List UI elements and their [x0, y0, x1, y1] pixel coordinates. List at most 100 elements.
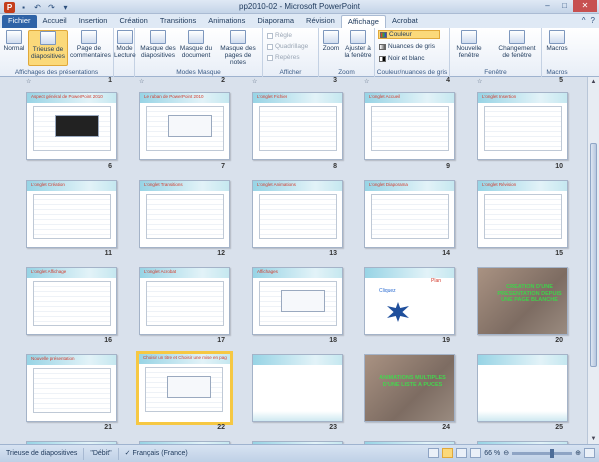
slide-thumbnail[interactable]: CREATION D'UNE PRESENTATION DEPUIS UNE P…	[477, 267, 568, 335]
zoom-slider-knob[interactable]	[550, 448, 555, 458]
grid-checkbox[interactable]: Quadrillage	[267, 43, 308, 50]
fit-window-button[interactable]: Ajuster à la fenêtre	[343, 30, 373, 59]
scrollbar-thumb[interactable]	[590, 143, 597, 367]
reading-view-icon[interactable]	[456, 448, 468, 458]
help-icon[interactable]: ?	[591, 16, 595, 25]
zoom-button[interactable]: Zoom	[321, 30, 341, 52]
ruler-checkbox[interactable]: Règle	[267, 32, 292, 39]
normal-view-button[interactable]: Normal	[3, 30, 25, 52]
slide-number: 4	[446, 77, 450, 84]
slide-thumbnail[interactable]: Le ruban de PowerPoint 2010	[139, 92, 230, 160]
slide-sorter-button[interactable]: Trieuse de diapositives	[28, 30, 68, 66]
zoom-in-icon[interactable]: ⊕	[575, 449, 581, 457]
slide-number: 6	[108, 163, 112, 170]
tab-acrobat[interactable]: Acrobat	[386, 15, 424, 28]
tab-creation[interactable]: Création	[113, 15, 153, 28]
slide-thumbnail[interactable]: L'onglet Diaporama	[364, 180, 455, 248]
slideshow-icon[interactable]	[470, 448, 482, 458]
slide-thumbnail[interactable]: Nouvelle présentation	[26, 354, 117, 422]
slide-thumbnail[interactable]: Cliquez Plan	[364, 267, 455, 335]
slide-thumbnail[interactable]: L'onglet Création	[26, 180, 117, 248]
reading-view-icon	[116, 30, 133, 44]
star-burst-shape	[387, 302, 409, 322]
slide-thumbnail-selected[interactable]: Choisir un titre et Choisir une mise en …	[136, 351, 233, 425]
status-bar: Trieuse de diapositives "Débit" ✓ França…	[0, 444, 599, 462]
group-color: Couleur Nuances de gris Noir et blanc Co…	[375, 28, 450, 77]
fit-to-window-icon[interactable]	[584, 448, 595, 458]
transition-icon: ☆	[477, 79, 483, 85]
slide-thumbnail[interactable]: Aspect général de PowerPoint 2010	[26, 92, 117, 160]
status-view-name: Trieuse de diapositives	[0, 447, 85, 460]
zoom-level[interactable]: 66 %	[484, 450, 500, 457]
tab-affichage[interactable]: Affichage	[340, 15, 386, 28]
maximize-icon[interactable]: □	[556, 0, 573, 12]
notes-page-button[interactable]: Page de commentaires	[70, 30, 111, 59]
tab-animations[interactable]: Animations	[202, 15, 251, 28]
normal-view-icon[interactable]	[428, 448, 440, 458]
close-icon[interactable]: ✕	[573, 0, 597, 12]
transition-icon: ☆	[26, 79, 32, 85]
zoom-out-icon[interactable]: ⊖	[503, 449, 509, 457]
tab-accueil[interactable]: Accueil	[37, 15, 73, 28]
switch-windows-button[interactable]: Changement de fenêtre	[494, 30, 540, 59]
slide-thumbnail[interactable]	[477, 354, 568, 422]
grayscale-button[interactable]: Nuances de gris	[378, 42, 440, 51]
slide-master-button[interactable]: Masque des diapositives	[139, 30, 177, 59]
slide-thumbnail[interactable]: L'onglet Fichier	[252, 92, 343, 160]
scroll-up-icon[interactable]: ▲	[588, 77, 599, 87]
slide-number: 8	[333, 163, 337, 170]
slide-thumbnail[interactable]: L'onglet Acrobat	[139, 267, 230, 335]
color-button[interactable]: Couleur	[378, 30, 440, 39]
slide-thumbnail[interactable]: L'onglet Accueil	[364, 92, 455, 160]
slide-number: 21	[104, 424, 112, 431]
zoom-slider[interactable]	[512, 448, 573, 458]
window-controls: – □ ✕	[539, 0, 597, 12]
slide-number: 1	[108, 77, 112, 84]
vertical-scrollbar[interactable]: ▲ ▼	[587, 77, 599, 444]
slide-thumbnail[interactable]: L'onglet Affichage	[26, 267, 117, 335]
slide-thumbnail[interactable]	[252, 354, 343, 422]
reading-view-button[interactable]: Mode Lecture	[114, 30, 136, 59]
slide-master-icon	[150, 30, 166, 44]
normal-view-icon	[6, 30, 22, 44]
slide-thumbnail[interactable]: L'onglet Insertion	[477, 92, 568, 160]
ribbon-tabs: Fichier Accueil Insertion Création Trans…	[0, 14, 599, 28]
group-macros: Macros Macros	[542, 28, 572, 77]
notes-master-button[interactable]: Masque des pages de notes	[216, 30, 260, 66]
tab-insertion[interactable]: Insertion	[73, 15, 114, 28]
new-window-button[interactable]: Nouvelle fenêtre	[453, 30, 485, 59]
slide-thumbnail[interactable]: Affichages	[252, 267, 343, 335]
ribbon: Normal Trieuse de diapositives Page de c…	[0, 28, 599, 77]
macros-button[interactable]: Macros	[544, 30, 570, 52]
slide-thumbnail[interactable]: ANIMATIONS MULTIPLES D'UNE LISTE A PUCES	[364, 354, 455, 422]
slide-number: 13	[329, 250, 337, 257]
sorter-view-icon[interactable]	[442, 448, 454, 458]
slide-number: 22	[217, 424, 225, 431]
slide-number: 24	[442, 424, 450, 431]
slide-number: 14	[442, 250, 450, 257]
transition-icon: ☆	[139, 79, 145, 85]
slide-thumbnail[interactable]: L'onglet Révision	[477, 180, 568, 248]
minimize-icon[interactable]: –	[539, 0, 556, 12]
slide-sorter-pane[interactable]: ☆ 1 ☆ 2 ☆ 3 ☆ 4 ☆ 5 Aspect général de Po…	[0, 77, 587, 444]
tab-transitions[interactable]: Transitions	[154, 15, 202, 28]
macros-icon	[549, 30, 565, 44]
slide-number: 2	[221, 77, 225, 84]
slide-thumbnail[interactable]: L'onglet Transitions	[139, 180, 230, 248]
ribbon-minimize-icon[interactable]: ^	[582, 16, 586, 25]
guides-checkbox[interactable]: Repères	[267, 54, 300, 61]
handout-master-button[interactable]: Masque du document	[178, 30, 214, 59]
handout-master-icon	[188, 30, 204, 44]
slide-thumbnail[interactable]: L'onglet Animations	[252, 180, 343, 248]
tab-fichier[interactable]: Fichier	[2, 15, 37, 28]
black-white-button[interactable]: Noir et blanc	[378, 54, 440, 63]
scroll-down-icon[interactable]: ▼	[588, 434, 599, 444]
slide-number: 10	[555, 163, 563, 170]
slide-number: 16	[104, 337, 112, 344]
tab-diaporama[interactable]: Diaporama	[251, 15, 300, 28]
tab-revision[interactable]: Révision	[300, 15, 341, 28]
status-language[interactable]: ✓ Français (France)	[119, 448, 194, 460]
title-bar: P ▪ ↶ ↷ ▾ pp2010-02 - Microsoft PowerPoi…	[0, 0, 599, 14]
transition-icon: ☆	[364, 79, 370, 85]
slide-number: 23	[329, 424, 337, 431]
